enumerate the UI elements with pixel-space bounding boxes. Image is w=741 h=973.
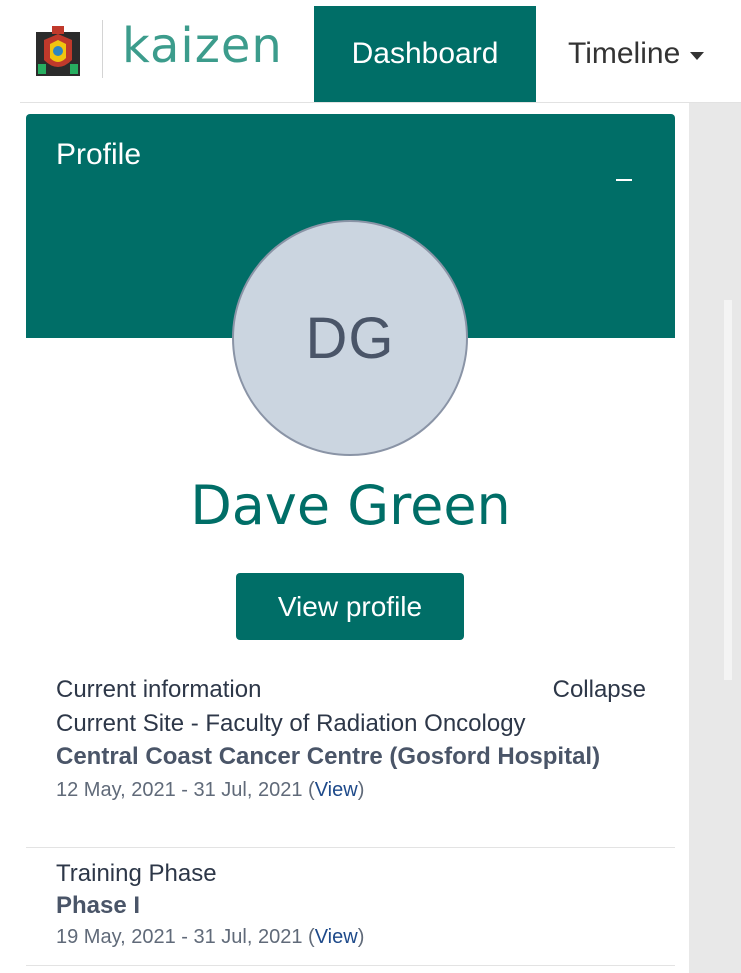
training-phase-dates-row: 19 May, 2021 - 31 Jul, 2021 (View) [56, 926, 365, 948]
view-profile-label: View profile [277, 590, 423, 622]
current-information-section: Current information Collapse Current Sit… [56, 676, 646, 802]
training-phase-value: Phase I [56, 892, 141, 919]
avatar: DG [232, 220, 468, 456]
section-divider-bottom [26, 965, 675, 966]
user-name: Dave Green [190, 474, 511, 537]
scroll-track [724, 300, 732, 680]
current-site-view-link[interactable]: View [315, 779, 358, 801]
right-gutter [689, 102, 741, 973]
profile-card: Profile DG Dave Green View profile Curre… [26, 114, 675, 973]
kaizen-logo[interactable]: kaizen [122, 18, 283, 74]
nav-dashboard-tab[interactable]: Dashboard [314, 6, 536, 102]
current-information-heading: Current information [56, 676, 262, 703]
avatar-initials: DG [305, 305, 395, 371]
top-navbar: kaizen Dashboard Timeline [20, 6, 741, 103]
current-site-name: Central Coast Cancer Centre (Gosford Hos… [56, 743, 601, 770]
current-site-dates: 12 May, 2021 - 31 Jul, 2021 [56, 779, 303, 801]
training-phase-section: Training Phase Phase I 19 May, 2021 - 31… [56, 860, 646, 949]
profile-card-title: Profile [56, 138, 142, 171]
training-phase-view-link[interactable]: View [315, 926, 358, 948]
caret-down-icon [690, 52, 705, 60]
nav-timeline-dropdown[interactable]: Timeline [568, 6, 705, 102]
current-information-header: Current information Collapse [56, 676, 646, 708]
current-site-dates-row: 12 May, 2021 - 31 Jul, 2021 (View) [56, 779, 365, 801]
training-phase-label: Training Phase [56, 860, 217, 887]
nav-timeline-label: Timeline [568, 37, 681, 70]
nav-dashboard-label: Dashboard [351, 37, 499, 70]
crest-icon[interactable] [36, 26, 80, 78]
training-phase-dates: 19 May, 2021 - 31 Jul, 2021 [56, 926, 303, 948]
logo-divider [102, 20, 103, 78]
collapse-link[interactable]: Collapse [553, 676, 646, 704]
minimize-icon[interactable] [616, 168, 632, 184]
view-profile-button[interactable]: View profile [236, 573, 464, 640]
current-site-line: Current Site - Faculty of Radiation Onco… [56, 710, 526, 737]
page-left-margin [0, 0, 20, 973]
section-divider [26, 847, 675, 848]
